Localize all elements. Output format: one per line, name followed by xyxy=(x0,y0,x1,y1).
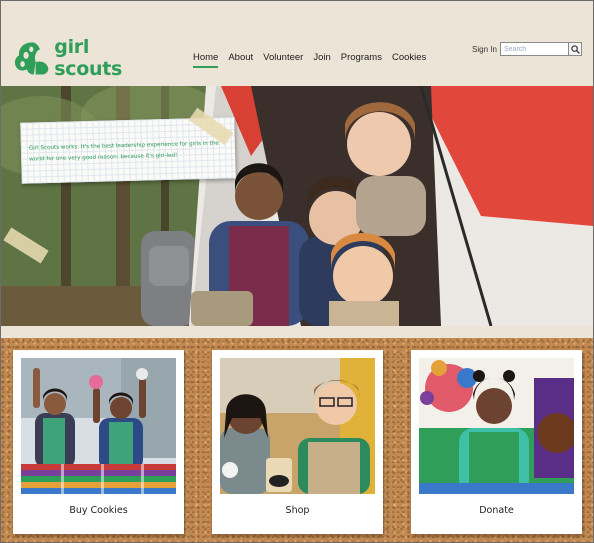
page-frame: girl scouts Home About Volunteer Join Pr… xyxy=(0,0,594,543)
card-photo-cookies xyxy=(21,358,176,494)
card-buy-cookies[interactable]: Buy Cookies xyxy=(13,350,184,534)
logo-text: girl scouts xyxy=(54,36,123,80)
search-button[interactable] xyxy=(568,43,581,55)
search-box xyxy=(500,42,582,56)
nav-item-about[interactable]: About xyxy=(228,52,253,68)
card-photo-donate xyxy=(419,358,574,494)
sign-in-link[interactable]: Sign In xyxy=(472,45,497,54)
nav-item-programs[interactable]: Programs xyxy=(341,52,382,68)
divider-strip xyxy=(1,326,593,338)
nav-item-join[interactable]: Join xyxy=(313,52,330,68)
hero-note-text: Girl Scouts works. It's the best leaders… xyxy=(28,140,219,163)
card-donate[interactable]: Donate xyxy=(411,350,582,534)
card-label-buy-cookies: Buy Cookies xyxy=(69,505,128,516)
brand-logo[interactable]: girl scouts xyxy=(13,36,149,80)
main-nav: Home About Volunteer Join Programs Cooki… xyxy=(193,52,426,68)
card-label-donate: Donate xyxy=(479,505,514,516)
nav-item-home[interactable]: Home xyxy=(193,52,219,68)
nav-item-cookies[interactable]: Cookies xyxy=(392,52,426,68)
nav-item-volunteer[interactable]: Volunteer xyxy=(263,52,303,68)
site-header: girl scouts Home About Volunteer Join Pr… xyxy=(1,1,593,86)
search-icon xyxy=(570,44,580,54)
card-label-shop: Shop xyxy=(285,505,310,516)
trefoil-logo-icon xyxy=(14,42,49,75)
search-input[interactable] xyxy=(501,43,568,55)
card-photo-shop xyxy=(220,358,375,494)
card-shop[interactable]: Shop xyxy=(212,350,383,534)
